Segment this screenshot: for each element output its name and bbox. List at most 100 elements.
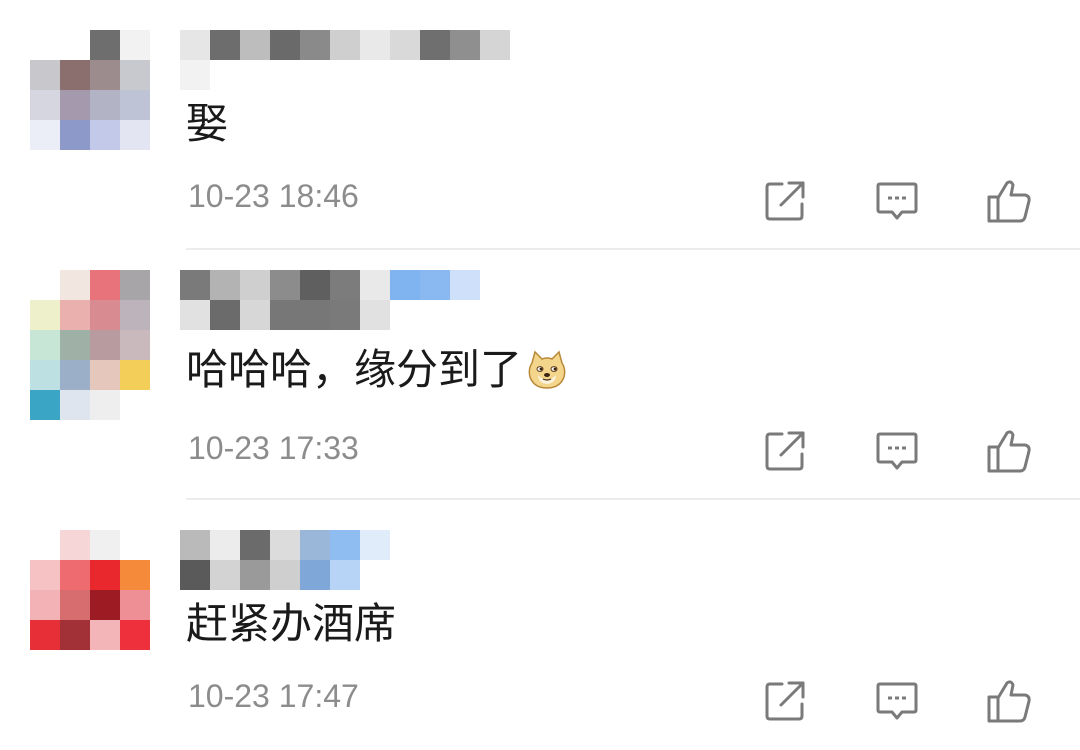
username-mosaic-tile [450, 270, 480, 300]
comment-text: 哈哈哈，缘分到了 [186, 342, 568, 398]
avatar-mosaic-tile [120, 270, 150, 300]
username-mosaic-tile [330, 530, 360, 560]
comment-text-content: 赶紧办酒席 [186, 599, 397, 648]
avatar-mosaic-tile [30, 360, 60, 390]
like-button[interactable] [984, 676, 1034, 726]
avatar-mosaic-tile [120, 330, 150, 360]
avatar-mosaic-tile [90, 590, 120, 620]
comment-actions [758, 176, 1048, 226]
like-button[interactable] [984, 176, 1034, 226]
timestamp: 10-23 17:47 [188, 678, 359, 714]
username-mosaic-tile [210, 530, 240, 560]
avatar-mosaic-tile [120, 620, 150, 650]
username-mosaic-tile [240, 30, 270, 60]
username-mosaic-tile [300, 60, 330, 90]
thumbs-up-icon [985, 677, 1033, 725]
avatar-mosaic-tile [60, 360, 90, 390]
username-mosaic-tile [300, 560, 330, 590]
avatar-mosaic-tile [120, 390, 150, 420]
username-mosaic-tile [210, 560, 240, 590]
username-mosaic-tile [180, 60, 210, 90]
comment-item: 赶紧办酒席 10-23 17:47 [0, 500, 1080, 750]
avatar-mosaic-tile [120, 530, 150, 560]
username-mosaic-tile [270, 30, 300, 60]
avatar-mosaic-tile [120, 590, 150, 620]
avatar-mosaic-tile [30, 30, 60, 60]
username-mosaic-tile [240, 560, 270, 590]
username[interactable] [180, 270, 480, 330]
avatar-mosaic-tile [60, 590, 90, 620]
username-mosaic-tile [480, 60, 510, 90]
avatar-mosaic-tile [60, 90, 90, 120]
avatar-mosaic-tile [30, 330, 60, 360]
reply-button[interactable] [872, 426, 922, 476]
username-mosaic-tile [360, 270, 390, 300]
username-mosaic-tile [180, 270, 210, 300]
username[interactable] [180, 30, 510, 90]
avatar-mosaic-tile [120, 30, 150, 60]
avatar-mosaic-tile [30, 270, 60, 300]
username-mosaic-tile [360, 60, 390, 90]
avatar-mosaic-tile [30, 120, 60, 150]
username-mosaic-tile [390, 300, 420, 330]
avatar-mosaic-tile [120, 120, 150, 150]
reply-icon [874, 678, 920, 724]
username-mosaic-tile [330, 270, 360, 300]
username-mosaic-tile [180, 560, 210, 590]
username[interactable] [180, 530, 390, 590]
avatar-mosaic-tile [60, 620, 90, 650]
username-mosaic-tile [390, 60, 420, 90]
avatar-mosaic-tile [30, 90, 60, 120]
username-mosaic-tile [270, 530, 300, 560]
avatar[interactable] [30, 270, 150, 420]
reply-button[interactable] [872, 176, 922, 226]
username-mosaic-tile [360, 530, 390, 560]
username-mosaic-tile [390, 270, 420, 300]
share-button[interactable] [760, 426, 810, 476]
username-mosaic-tile [450, 60, 480, 90]
username-mosaic-tile [450, 30, 480, 60]
username-mosaic-tile [270, 560, 300, 590]
avatar-mosaic-tile [30, 530, 60, 560]
username-mosaic-tile [300, 530, 330, 560]
avatar-mosaic-tile [90, 360, 120, 390]
like-button[interactable] [984, 426, 1034, 476]
reply-button[interactable] [872, 676, 922, 726]
username-mosaic-tile [390, 30, 420, 60]
avatar-mosaic-tile [30, 620, 60, 650]
comment-item: 娶 10-23 18:46 [0, 0, 1080, 250]
avatar-mosaic-tile [90, 560, 120, 590]
share-button[interactable] [760, 176, 810, 226]
avatar-mosaic-tile [90, 60, 120, 90]
username-mosaic-tile [240, 530, 270, 560]
comment-text-content: 哈哈哈，缘分到了 [186, 345, 523, 394]
username-mosaic-tile [270, 300, 300, 330]
username-mosaic-tile [210, 60, 240, 90]
avatar-mosaic-tile [30, 60, 60, 90]
avatar-mosaic-tile [60, 530, 90, 560]
share-button[interactable] [760, 676, 810, 726]
avatar-mosaic-tile [120, 560, 150, 590]
avatar-mosaic-tile [120, 90, 150, 120]
doge-emoji-icon [526, 349, 568, 391]
timestamp: 10-23 18:46 [188, 178, 359, 214]
avatar-mosaic-tile [60, 270, 90, 300]
comment-actions [758, 426, 1048, 476]
username-mosaic-tile [420, 60, 450, 90]
username-mosaic-tile [300, 300, 330, 330]
avatar-mosaic-tile [90, 390, 120, 420]
username-mosaic-tile [300, 270, 330, 300]
username-mosaic-tile [450, 300, 480, 330]
share-icon [762, 678, 808, 724]
username-mosaic-tile [180, 30, 210, 60]
reply-icon [874, 178, 920, 224]
avatar[interactable] [30, 30, 150, 150]
avatar-mosaic-tile [120, 60, 150, 90]
username-mosaic-tile [180, 300, 210, 330]
avatar-mosaic-tile [30, 390, 60, 420]
share-icon [762, 428, 808, 474]
avatar[interactable] [30, 530, 150, 660]
avatar-mosaic-tile [30, 560, 60, 590]
comment-text: 娶 [186, 96, 228, 152]
avatar-mosaic-tile [90, 90, 120, 120]
